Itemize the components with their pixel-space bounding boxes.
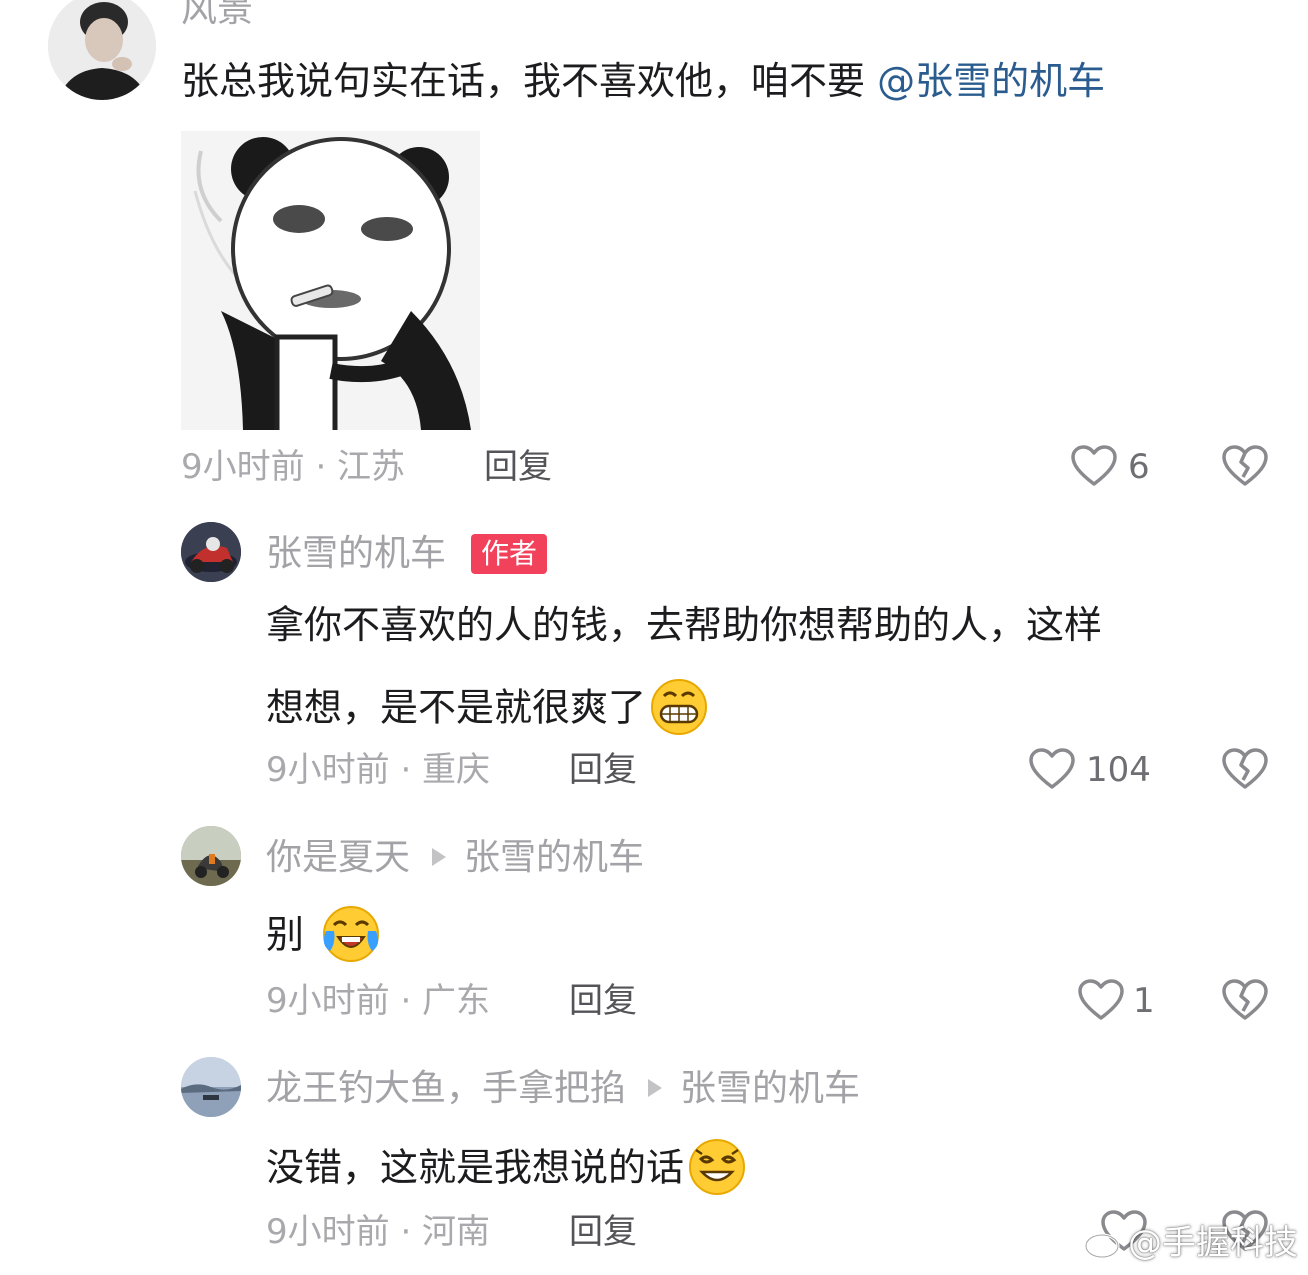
reply-target-name[interactable]: 张雪的机车 [464, 837, 644, 878]
avatar[interactable] [181, 826, 241, 886]
comment-text-content: 张总我说句实在话，我不喜欢他，咱不要 [181, 59, 878, 103]
heart-outline-icon [1029, 748, 1075, 789]
comment-username[interactable]: 风景 [181, 0, 253, 28]
motorcycle-avatar-icon [181, 522, 241, 582]
reply-author-name[interactable]: 你是夏天 [266, 837, 410, 878]
play-triangle-icon [648, 1079, 663, 1097]
like-count: 6 [1128, 447, 1150, 487]
avatar-portrait-icon [48, 0, 156, 100]
comment-text-line: 想想，是不是就很爽了 [266, 678, 708, 742]
broken-heart-icon [1222, 979, 1268, 1020]
heart-outline-icon [1078, 979, 1124, 1020]
play-triangle-icon [432, 848, 447, 866]
mention-link[interactable]: @张雪的机车 [877, 59, 1105, 103]
comment-text-content: 想想，是不是就很爽了 [266, 685, 647, 730]
avatar[interactable] [181, 522, 241, 582]
bike-photo-avatar-icon [181, 826, 241, 886]
heart-outline-icon [1071, 445, 1117, 486]
comment-text: 张总我说句实在话，我不喜欢他，咱不要 @张雪的机车 [181, 62, 1105, 100]
avatar[interactable] [181, 1057, 241, 1117]
comment-text-line: 拿你不喜欢的人的钱，去帮助你想帮助的人，这样 [266, 603, 1103, 647]
like-button[interactable] [1028, 747, 1076, 795]
landscape-avatar-icon [181, 1057, 241, 1117]
dislike-button[interactable] [1221, 978, 1269, 1026]
dislike-button[interactable] [1221, 444, 1269, 492]
grin-emoji-icon [650, 678, 708, 742]
crying-laughing-emoji-icon [322, 905, 380, 969]
dislike-button[interactable] [1221, 747, 1269, 795]
avatar[interactable] [48, 0, 156, 100]
reply-author-name[interactable]: 龙王钓大鱼，手拿把掐 [266, 1068, 626, 1109]
dizzy-grin-emoji-icon [688, 1138, 746, 1202]
like-button[interactable] [1077, 978, 1125, 1026]
comment-time-location: 9小时前 · 江苏 [181, 447, 406, 487]
comment-text-line: 没错，这就是我想说的话 [266, 1138, 746, 1202]
broken-heart-icon [1222, 445, 1268, 486]
reply-button[interactable]: 回复 [569, 1215, 637, 1249]
weibo-logo-icon [1084, 1226, 1126, 1264]
reply-target-name[interactable]: 张雪的机车 [680, 1068, 860, 1109]
comment-text-content: 没错，这就是我想说的话 [266, 1145, 685, 1190]
comment-time-location: 9小时前 · 河南 [266, 1212, 491, 1252]
broken-heart-icon [1222, 748, 1268, 789]
like-count: 1 [1133, 981, 1155, 1021]
sticker-image[interactable] [181, 131, 480, 430]
like-button[interactable] [1070, 444, 1118, 492]
reply-button[interactable]: 回复 [569, 753, 637, 787]
author-badge: 作者 [471, 534, 548, 574]
comment-text-content: 别 [266, 912, 305, 957]
comment-time-location: 9小时前 · 广东 [266, 981, 491, 1021]
reply-button[interactable]: 回复 [484, 450, 552, 484]
panda-meme-sticker [181, 131, 480, 430]
comment-username: 龙王钓大鱼，手拿把掐 张雪的机车 [266, 1071, 860, 1107]
comment-username: 你是夏天 张雪的机车 [266, 840, 644, 876]
watermark: @手握科技 [1128, 1223, 1298, 1263]
comment-time-location: 9小时前 · 重庆 [266, 750, 491, 790]
reply-button[interactable]: 回复 [569, 984, 637, 1018]
comment-text-line: 别 [266, 905, 380, 969]
comment-username[interactable]: 张雪的机车 [266, 536, 446, 572]
like-count: 104 [1086, 750, 1151, 790]
